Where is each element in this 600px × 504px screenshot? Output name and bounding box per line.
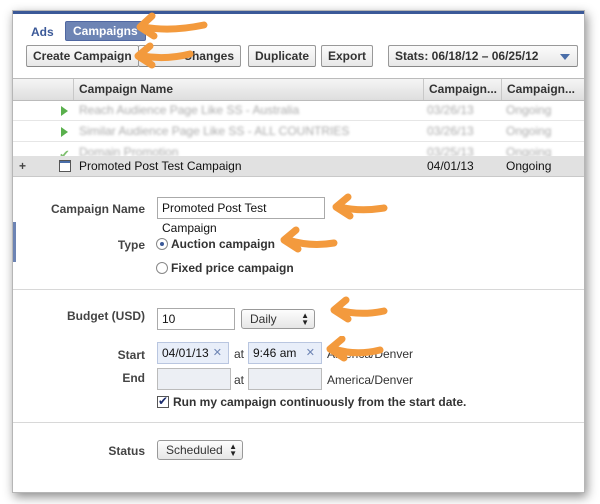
table-row[interactable]: Similar Audience Page Like SS - ALL COUN… [13,121,584,142]
campaign-date-cell: 03/26/13 [427,124,474,138]
annotation-arrow-icon [134,42,194,69]
annotation-arrow-icon [332,193,388,220]
campaign-name-input[interactable]: Promoted Post Test Campaign [157,197,325,235]
duplicate-button[interactable]: Duplicate [248,45,317,67]
campaign-status-cell: Ongoing [506,124,552,138]
start-date-value: 04/01/13 [162,346,209,360]
type-label: Type [117,238,145,252]
updown-arrows-icon: ▲ ▼ [229,442,237,458]
table-row-selected[interactable]: + Promoted Post Test Campaign 04/01/13 O… [13,156,584,177]
end-timezone: America/Denver [327,373,414,387]
stats-date-range-label: Stats: 06/18/12 – 06/25/12 [395,49,539,63]
annotation-arrow-icon [280,226,338,253]
section-divider [13,422,584,423]
campaign-name-cell: Promoted Post Test Campaign [79,159,242,173]
budget-period-value: Daily [250,312,277,326]
column-header-start-date[interactable]: Campaign... [423,79,501,100]
run-continuously-checkbox[interactable]: ✔ [157,394,169,408]
left-accent-stripe [13,222,16,262]
section-divider [13,289,584,290]
start-time-value: 9:46 am [253,346,297,360]
budget-label: Budget (USD) [67,309,145,323]
clear-start-date-icon[interactable]: ✕ [213,343,222,363]
start-date-input[interactable]: 04/01/13 ✕ [157,342,229,364]
updown-arrows-icon: ▲ ▼ [301,311,309,327]
stats-date-range-dropdown[interactable]: Stats: 06/18/12 – 06/25/12 [388,45,578,67]
play-icon [61,106,68,116]
auction-campaign-radio[interactable] [156,238,168,250]
campaign-status-cell: Ongoing [506,159,552,173]
campaign-date-cell: 03/26/13 [427,103,474,117]
chevron-down-icon [560,54,570,60]
budget-period-select[interactable]: Daily ▲ ▼ [241,309,315,329]
column-header-status[interactable]: Campaign... [501,79,584,100]
campaign-table-header: Campaign Name Campaign... Campaign... [13,78,584,101]
status-select[interactable]: Scheduled ▲ ▼ [157,440,243,460]
status-value: Scheduled [166,443,223,457]
export-button[interactable]: Export [321,45,374,67]
campaign-name-cell: Similar Audience Page Like SS - ALL COUN… [79,124,350,138]
column-header-campaign-name[interactable]: Campaign Name [73,79,423,100]
budget-input[interactable]: 10 [157,308,235,330]
fixed-price-campaign-radio[interactable] [156,262,168,274]
end-date-input[interactable] [157,368,231,390]
campaign-name-label: Campaign Name [50,202,145,216]
status-label: Status [108,444,145,458]
top-nav-bar [13,11,584,14]
start-at-label: at [234,347,245,361]
play-icon [61,127,68,137]
end-label: End [122,371,145,385]
clear-start-time-icon[interactable]: ✕ [306,343,315,363]
annotation-arrow-icon [326,336,384,362]
ads-tab-link[interactable]: Ads [31,25,54,39]
start-time-input[interactable]: 9:46 am ✕ [248,342,322,364]
end-at-label: at [234,373,245,387]
fixed-price-campaign-label: Fixed price campaign [171,261,294,275]
calendar-icon [59,160,71,172]
auction-campaign-label: Auction campaign [171,237,276,251]
campaign-status-cell: Ongoing [506,103,552,117]
expand-plus-icon[interactable]: + [19,156,26,176]
campaign-date-cell: 04/01/13 [427,159,474,173]
table-row[interactable]: Reach Audience Page Like SS - Australia … [13,100,584,121]
create-campaign-button[interactable]: Create Campaign [26,45,139,67]
checkmark-icon: ✔ [158,394,169,408]
start-label: Start [117,348,145,362]
campaign-name-cell: Reach Audience Page Like SS - Australia [79,103,300,117]
end-time-input[interactable] [248,368,322,390]
run-continuously-label: Run my campaign continuously from the st… [173,395,467,409]
annotation-arrow-icon [330,296,388,323]
